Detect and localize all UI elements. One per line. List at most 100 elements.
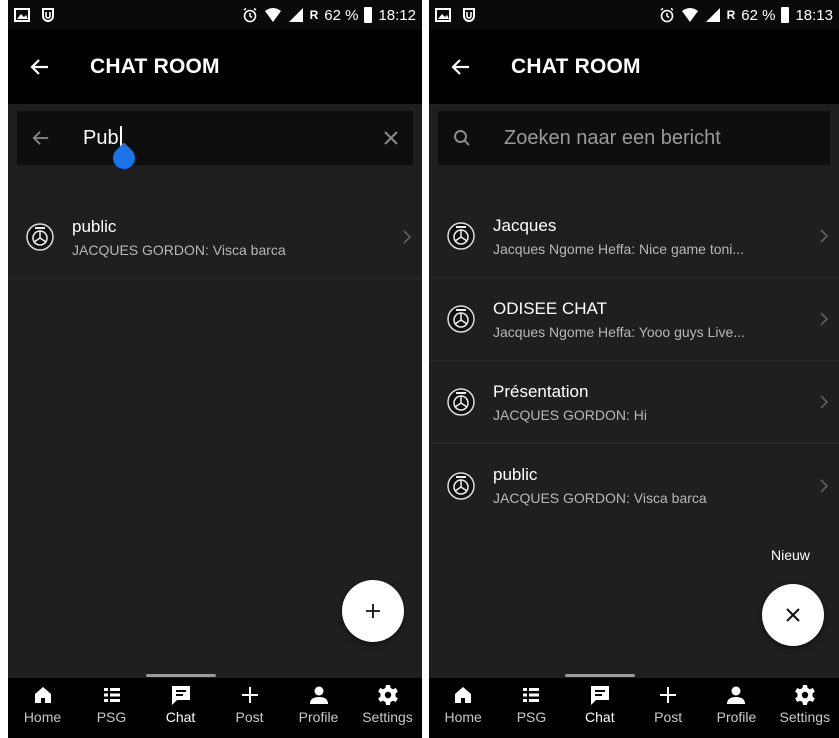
item-title: Présentation	[493, 381, 589, 401]
person-icon	[309, 686, 328, 704]
plus-icon	[366, 604, 380, 618]
search-input[interactable]	[504, 126, 830, 150]
nav-home[interactable]: Home	[429, 678, 497, 738]
wifi-icon	[264, 8, 281, 22]
chat-icon	[590, 686, 609, 705]
arrow-back-icon	[30, 59, 48, 75]
chevron-right-icon	[809, 229, 839, 243]
chat-icon	[171, 686, 190, 705]
nav-label: Home	[23, 709, 62, 725]
battery-percent: 62 %	[324, 6, 359, 24]
chevron-right-icon	[809, 395, 839, 409]
plus-icon	[660, 687, 677, 703]
active-tab-indicator	[145, 674, 216, 677]
nav-settings[interactable]: Settings	[353, 678, 422, 738]
home-icon	[455, 687, 472, 703]
item-subtitle: JACQUES GORDON: Hi	[493, 406, 648, 423]
search-bar: Pub	[17, 111, 413, 174]
chat-list: public JACQUES GORDON: Visca barca	[8, 196, 422, 279]
search-bar	[438, 111, 830, 165]
list-item[interactable]: ODISEE CHAT Jacques Ngome Heffa: Yooo gu…	[429, 278, 839, 361]
nav-post[interactable]: Post	[634, 678, 702, 738]
page-title: CHAT ROOM	[511, 55, 641, 78]
alarm-icon	[660, 7, 674, 23]
wifi-icon	[681, 8, 698, 22]
new-chat-label[interactable]: Nieuw	[771, 547, 810, 563]
search-back-button[interactable]	[17, 129, 65, 147]
battery-icon	[364, 7, 373, 23]
nav-label: Settings	[779, 709, 831, 725]
nav-label: Profile	[716, 709, 757, 725]
nav-chat[interactable]: Chat	[564, 674, 635, 738]
nav-post[interactable]: Post	[215, 678, 284, 738]
clock-time: 18:12	[378, 6, 416, 24]
chat-list: Jacques Jacques Ngome Heffa: Nice game t…	[429, 195, 839, 527]
gear-icon	[377, 685, 398, 705]
clock-time: 18:13	[795, 6, 833, 24]
search-input-value: Pub	[83, 126, 119, 149]
back-button[interactable]	[429, 30, 493, 104]
item-title: ODISEE CHAT	[493, 298, 607, 318]
new-chat-button[interactable]	[342, 580, 404, 642]
gear-icon	[794, 685, 815, 705]
nav-psg[interactable]: PSG	[77, 678, 146, 738]
item-subtitle: JACQUES GORDON: Visca barca	[493, 490, 707, 506]
nav-profile[interactable]: Profile	[284, 678, 353, 738]
nav-chat[interactable]: Chat	[145, 674, 216, 738]
club-logo-icon	[447, 222, 475, 250]
person-icon	[727, 686, 746, 704]
bottom-navigation: Home PSG Chat Post Profile Settings	[8, 674, 422, 738]
shield-app-icon	[42, 8, 54, 22]
item-subtitle: Jacques Ngome Heffa: Nice game toni...	[493, 240, 745, 257]
item-title: public	[493, 465, 538, 484]
item-subtitle: JACQUES GORDON: Visca barca	[72, 241, 286, 258]
nav-settings[interactable]: Settings	[771, 678, 839, 738]
clear-search-button[interactable]	[369, 130, 413, 146]
network-indicator: R	[309, 8, 319, 22]
list-item[interactable]: public JACQUES GORDON: Visca barca	[429, 444, 839, 527]
nav-profile[interactable]: Profile	[702, 678, 770, 738]
close-fab-button[interactable]	[762, 584, 824, 646]
nav-label: PSG	[96, 709, 127, 725]
arrow-back-icon	[451, 59, 469, 75]
app-bar: CHAT ROOM	[429, 30, 839, 104]
phone-screen-right: R 62 % 18:13 CHAT ROOM Jacques Jacques N…	[429, 0, 839, 738]
list-item[interactable]: public JACQUES GORDON: Visca barca	[8, 196, 422, 279]
back-button[interactable]	[8, 30, 72, 104]
nav-label: Post	[235, 709, 264, 725]
club-logo-icon	[447, 305, 475, 333]
chevron-right-icon	[809, 478, 839, 493]
page-title: CHAT ROOM	[90, 55, 220, 78]
search-icon	[438, 129, 486, 147]
club-logo-icon	[26, 223, 54, 251]
nav-psg[interactable]: PSG	[497, 678, 565, 738]
list-item[interactable]: Jacques Jacques Ngome Heffa: Nice game t…	[429, 195, 839, 278]
app-bar: CHAT ROOM	[8, 30, 422, 104]
status-bar: R 62 % 18:13	[429, 0, 839, 30]
close-icon	[786, 608, 800, 622]
list-item[interactable]: Présentation JACQUES GORDON: Hi	[429, 361, 839, 444]
phone-screen-left: R 62 % 18:12 CHAT ROOM Pub public JACQUE…	[8, 0, 422, 738]
search-input[interactable]: Pub	[83, 111, 369, 174]
active-tab-indicator	[564, 674, 635, 677]
nav-label: Profile	[298, 709, 339, 725]
nav-label: Home	[444, 709, 482, 725]
club-logo-icon	[447, 388, 475, 416]
network-indicator: R	[726, 8, 736, 22]
status-bar: R 62 % 18:12	[8, 0, 422, 30]
nav-label: Post	[654, 709, 683, 725]
nav-home[interactable]: Home	[8, 678, 77, 738]
item-title: public	[72, 216, 117, 236]
close-icon	[384, 131, 398, 145]
item-subtitle: Jacques Ngome Heffa: Yooo guys Live...	[493, 323, 745, 340]
gallery-icon	[14, 8, 30, 22]
plus-icon	[241, 687, 258, 703]
battery-icon	[781, 7, 790, 23]
bottom-navigation: Home PSG Chat Post Profile Settings	[429, 674, 839, 738]
list-icon	[103, 688, 120, 702]
signal-icon	[705, 8, 720, 22]
signal-icon	[288, 8, 303, 22]
nav-label: Settings	[362, 709, 413, 725]
chevron-right-icon	[809, 312, 839, 326]
nav-label: Chat	[165, 709, 196, 725]
